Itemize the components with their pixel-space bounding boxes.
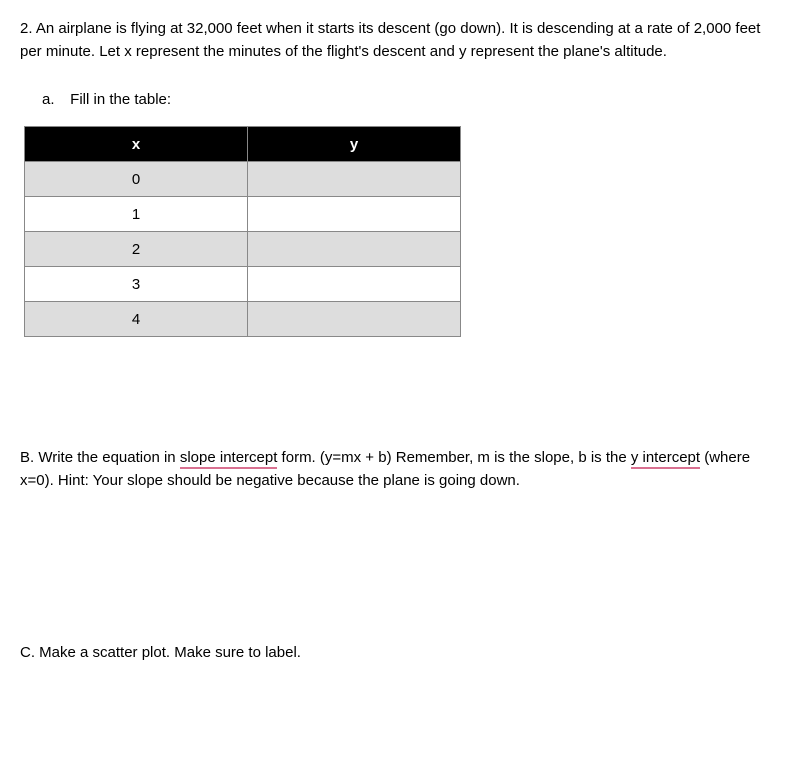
table-row: 2 — [25, 232, 461, 267]
table-cell-x: 1 — [25, 197, 248, 232]
table-cell-x: 0 — [25, 162, 248, 197]
part-b-underlined-slope-intercept: slope intercept — [180, 449, 278, 469]
table-cell-x: 4 — [25, 302, 248, 337]
table-cell-y — [248, 267, 461, 302]
problem-statement: 2. An airplane is flying at 32,000 feet … — [20, 18, 780, 63]
part-c: C. Make a scatter plot. Make sure to lab… — [20, 642, 780, 665]
table-row: 3 — [25, 267, 461, 302]
part-a: a. Fill in the table: — [42, 91, 780, 108]
table-cell-y — [248, 197, 461, 232]
table-row: 1 — [25, 197, 461, 232]
part-b: B. Write the equation in slope intercept… — [20, 447, 780, 492]
table-cell-y — [248, 232, 461, 267]
part-b-mid: form. (y=mx + b) Remember, m is the slop… — [277, 449, 630, 466]
table-header-y: y — [248, 127, 461, 162]
table-cell-x: 3 — [25, 267, 248, 302]
part-b-prefix: B. Write the equation in — [20, 449, 180, 466]
table-cell-y — [248, 162, 461, 197]
table-row: 4 — [25, 302, 461, 337]
part-b-underlined-y-intercept: y intercept — [631, 449, 700, 469]
table-cell-x: 2 — [25, 232, 248, 267]
table-cell-y — [248, 302, 461, 337]
data-table: x y 0 1 2 3 4 — [24, 126, 461, 337]
table-header-x: x — [25, 127, 248, 162]
table-row: 0 — [25, 162, 461, 197]
part-a-text: Fill in the table: — [70, 91, 171, 108]
part-a-label: a. — [42, 91, 66, 108]
